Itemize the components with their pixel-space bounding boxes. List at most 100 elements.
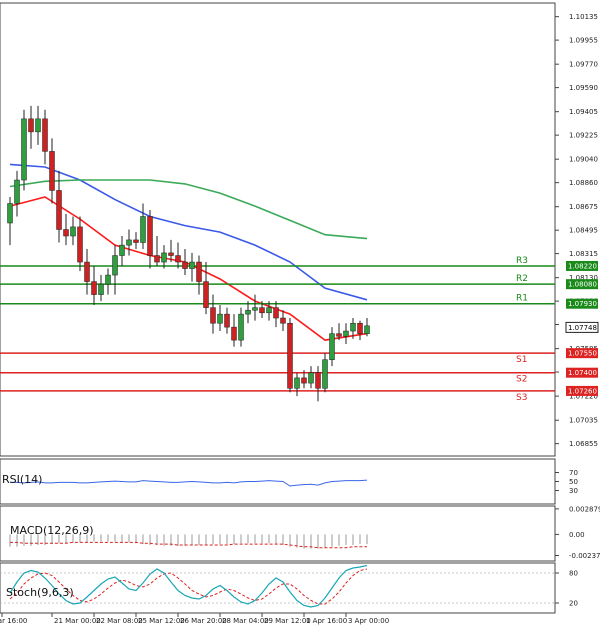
macd-tick-label-0: 0.002879 xyxy=(569,505,600,513)
candle-body-38 xyxy=(273,307,279,319)
price-tick-label-9: 1.08495 xyxy=(569,227,598,235)
rsi-tick-label-2: 30 xyxy=(569,487,578,495)
rsi-tick-label-1: 50 xyxy=(569,478,578,486)
time-tick-label-7: 1 Apr 16:00 xyxy=(306,617,347,625)
rsi-tick-label-0: 70 xyxy=(569,469,578,477)
candle-body-42 xyxy=(301,377,307,384)
candle-body-1 xyxy=(14,179,20,204)
candle-body-16 xyxy=(119,244,125,256)
time-tick-label-6: 29 Mar 12:00 xyxy=(264,617,311,625)
macd-tick-label-2: -0.002379 xyxy=(569,552,600,560)
candle-body-51 xyxy=(364,325,370,334)
current-price-label: 1.07748 xyxy=(568,324,597,332)
candle-body-26 xyxy=(189,261,195,269)
stoch-panel[interactable]: Stoch(9,6,3) xyxy=(0,562,556,614)
price-tick-label-4: 1.09405 xyxy=(569,108,598,116)
candle-body-8 xyxy=(63,229,69,237)
candle-body-7 xyxy=(56,190,62,230)
price-tick-label-1: 1.09955 xyxy=(569,37,598,45)
candle-body-37 xyxy=(266,307,272,314)
candle-body-47 xyxy=(336,333,342,337)
time-tick-label-8: 3 Apr 00:00 xyxy=(348,617,389,625)
time-tick-label-3: 25 Mar 12:00 xyxy=(138,617,185,625)
candle-body-10 xyxy=(77,226,83,263)
candle-body-39 xyxy=(280,317,286,324)
candle-body-18 xyxy=(133,239,139,243)
candle-body-4 xyxy=(35,118,41,133)
candle-body-3 xyxy=(28,118,34,133)
candle-body-34 xyxy=(245,309,251,315)
stoch-label: Stoch(9,6,3) xyxy=(6,586,74,599)
candle-body-12 xyxy=(91,281,97,295)
rsi-label: RSI(14) xyxy=(2,473,42,486)
level-price-label-S2: 1.07400 xyxy=(568,369,597,377)
price-tick-label-5: 1.09225 xyxy=(569,132,598,140)
candle-body-33 xyxy=(238,313,244,341)
price-tick-label-17: 1.07035 xyxy=(569,417,598,425)
candle-body-17 xyxy=(126,239,132,246)
candle-body-41 xyxy=(294,377,300,389)
price-panel[interactable]: R3 R2 R1 S1 S2 S3 xyxy=(0,2,556,457)
candle-body-13 xyxy=(98,283,104,295)
candle-body-9 xyxy=(70,226,76,237)
candle-body-21 xyxy=(154,255,160,263)
price-tick-label-8: 1.08675 xyxy=(569,203,598,211)
candle-body-0 xyxy=(7,203,13,224)
macd-tick-label-1: 0.00 xyxy=(569,531,585,539)
candle-body-23 xyxy=(168,252,174,256)
price-tick-label-2: 1.09770 xyxy=(569,61,598,69)
price-tick-label-10: 1.08315 xyxy=(569,250,598,258)
candle-body-19 xyxy=(140,216,146,243)
macd-label: MACD(12,26,9) xyxy=(10,524,94,537)
candle-body-6 xyxy=(49,151,55,191)
level-name-S1: S1 xyxy=(516,355,527,365)
candle-body-20 xyxy=(147,216,153,256)
level-name-S2: S2 xyxy=(516,375,527,385)
level-name-S3: S3 xyxy=(516,393,527,403)
candle-body-22 xyxy=(161,252,167,263)
level-name-R3: R3 xyxy=(516,256,528,266)
time-tick-label-2: 22 Mar 08:00 xyxy=(96,617,143,625)
level-price-label-R1: 1.07930 xyxy=(568,300,597,308)
rsi-panel[interactable]: RSI(14) xyxy=(0,458,556,505)
stoch-tick-label-0: 80 xyxy=(569,570,578,578)
time-tick-label-5: 28 Mar 04:00 xyxy=(222,617,269,625)
level-price-label-S3: 1.07260 xyxy=(568,387,597,395)
candle-body-48 xyxy=(343,330,349,337)
candle-body-14 xyxy=(105,274,111,285)
candle-body-49 xyxy=(350,322,356,332)
candle-body-28 xyxy=(203,281,209,308)
candle-body-50 xyxy=(357,322,363,334)
candle-body-45 xyxy=(322,359,328,389)
candle-body-30 xyxy=(217,313,223,324)
candle-body-2 xyxy=(21,118,27,181)
candle-body-43 xyxy=(308,372,314,384)
candle-body-31 xyxy=(224,313,230,328)
level-price-label-S1: 1.07550 xyxy=(568,350,597,358)
candle-body-25 xyxy=(182,261,188,269)
candle-body-35 xyxy=(252,307,258,311)
price-tick-label-7: 1.08860 xyxy=(569,179,598,187)
price-tick-label-6: 1.09040 xyxy=(569,156,598,164)
price-tick-label-0: 1.10135 xyxy=(569,13,598,21)
price-tick-label-3: 1.09590 xyxy=(569,84,598,92)
time-tick-label-0: 19 Mar 16:00 xyxy=(0,617,27,625)
candle-body-15 xyxy=(112,255,118,276)
time-tick-label-1: 21 Mar 00:00 xyxy=(54,617,101,625)
candle-body-29 xyxy=(210,307,216,324)
candle-body-40 xyxy=(287,322,293,389)
candle-body-44 xyxy=(315,372,321,389)
macd-panel[interactable]: MACD(12,26,9) xyxy=(0,505,556,562)
stoch-tick-label-1: 20 xyxy=(569,600,578,608)
time-tick-label-4: 26 Mar 20:00 xyxy=(180,617,227,625)
candle-body-27 xyxy=(196,261,202,282)
candle-body-36 xyxy=(259,307,265,314)
level-name-R2: R2 xyxy=(516,274,528,284)
price-tick-label-18: 1.06855 xyxy=(569,440,598,448)
level-name-R1: R1 xyxy=(516,294,528,304)
level-price-label-R3: 1.08220 xyxy=(568,262,597,270)
candle-body-11 xyxy=(84,261,90,282)
candle-body-5 xyxy=(42,118,48,152)
level-price-label-R2: 1.08080 xyxy=(568,281,597,289)
candle-body-24 xyxy=(175,255,181,263)
